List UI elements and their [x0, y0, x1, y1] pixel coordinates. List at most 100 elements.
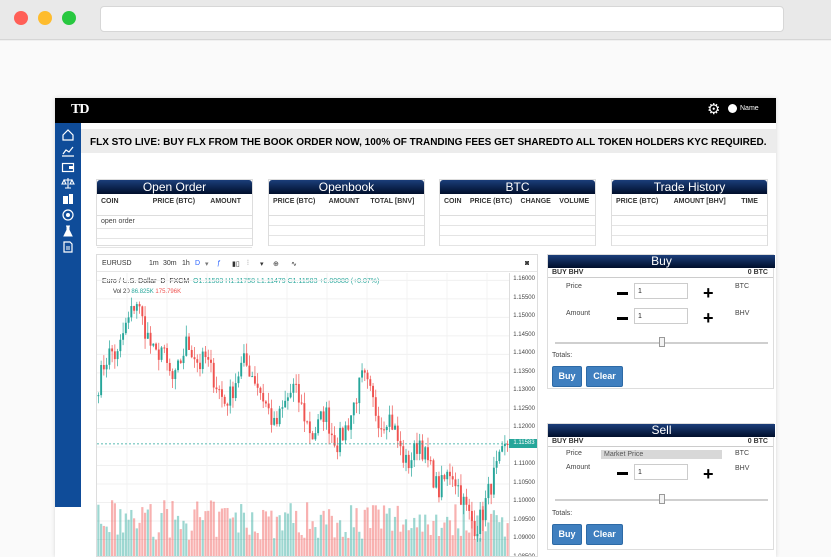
volume-bar	[308, 528, 311, 556]
address-bar[interactable]	[100, 6, 784, 32]
candle-type-icon[interactable]: ▮▯	[232, 260, 240, 268]
interval-30m[interactable]: 30m	[163, 260, 177, 267]
window-minimize-button[interactable]	[38, 11, 52, 25]
volume-bar	[388, 508, 391, 556]
openbook-title: Openbook	[269, 180, 424, 194]
volume-bar	[355, 508, 358, 556]
volume-bar	[204, 511, 207, 556]
volume-bar	[349, 505, 353, 556]
flask-icon[interactable]	[61, 224, 75, 238]
slider-handle[interactable]	[659, 494, 665, 504]
volume-bar	[495, 515, 498, 556]
buy-price-decrement-button[interactable]	[617, 292, 628, 295]
bar-style-icon[interactable]: ⫶	[247, 260, 249, 268]
volume-bar	[297, 532, 300, 556]
sell-amount-decrement-button[interactable]	[617, 472, 628, 475]
buy-clear-button[interactable]: Clear	[586, 366, 623, 387]
wallet-icon[interactable]	[61, 160, 75, 174]
volume-bar	[179, 529, 182, 556]
sell-amount-input[interactable]: 1	[634, 464, 688, 480]
candle-body	[111, 348, 114, 352]
sell-submit-button[interactable]: Buy	[552, 524, 582, 545]
interval-1m[interactable]: 1m	[149, 260, 159, 267]
volume-bar	[240, 504, 243, 556]
compare-add-icon[interactable]: ⊕	[273, 260, 279, 268]
chart-toolbar: EURUSD 1m 30m 1h D ▾ ƒ ▮▯ ⫶ ▾ ⊕ ∿ ◙	[97, 255, 537, 272]
open-order-columns: COIN PRICE (BTC) AMOUNT	[97, 194, 252, 216]
interval-1h[interactable]: 1h	[182, 260, 190, 267]
sell-market-price-field[interactable]: Market Price	[601, 450, 722, 459]
sell-title: Sell	[548, 424, 775, 437]
buy-amount-input[interactable]: 1	[634, 308, 688, 324]
balance-scale-icon[interactable]	[61, 176, 75, 190]
candle-body	[358, 377, 361, 404]
buy-submit-button[interactable]: Buy	[552, 366, 582, 387]
gear-icon[interactable]: ⚙	[707, 102, 720, 118]
user-menu[interactable]: Name	[728, 104, 759, 113]
price-chart[interactable]: EURUSD 1m 30m 1h D ▾ ƒ ▮▯ ⫶ ▾ ⊕ ∿ ◙ Euro…	[96, 254, 538, 557]
volume-bar	[135, 528, 138, 556]
volume-bar	[325, 524, 328, 556]
candle-body	[413, 443, 416, 461]
price-scale[interactable]: 1.16000 1.15500 1.15000 1.14500 1.14000 1.135…	[509, 273, 537, 556]
volume-bar	[119, 509, 122, 556]
chevron-down-icon[interactable]: ▾	[205, 260, 209, 268]
candle-body	[405, 454, 407, 463]
volume-bar	[176, 515, 180, 556]
candle-body	[440, 475, 443, 498]
candle-body	[484, 498, 487, 521]
candle-body	[273, 417, 276, 425]
candle-body	[341, 427, 344, 441]
buy-amount-decrement-button[interactable]	[617, 317, 628, 320]
candle-body	[226, 403, 229, 406]
volume-bar	[344, 531, 347, 556]
camera-icon[interactable]: ◙	[525, 260, 529, 267]
sell-totals-label: Totals:	[552, 510, 573, 517]
candle-body	[380, 428, 383, 430]
candle-body	[281, 407, 284, 409]
window-close-button[interactable]	[14, 11, 28, 25]
candle-body	[135, 304, 138, 311]
volume-bar	[413, 517, 416, 556]
volume-bar	[209, 500, 213, 556]
slider-handle[interactable]	[659, 337, 665, 347]
volume-bar	[432, 520, 435, 556]
candlestick-plot[interactable]	[97, 273, 509, 557]
window-maximize-button[interactable]	[62, 11, 76, 25]
volume-bar	[440, 527, 443, 556]
sell-amount-increment-button[interactable]: +	[703, 465, 714, 483]
trading-app: TD ⚙ Name FLX STO LIVE: BUY FLX FROM THE…	[55, 98, 776, 557]
candle-body	[473, 520, 476, 537]
chevron-down-icon[interactable]: ▾	[260, 260, 264, 268]
volume-bar	[503, 536, 506, 556]
document-icon[interactable]	[61, 240, 75, 254]
interval-d[interactable]: D	[195, 260, 200, 267]
column-header: TOTAL [BNV]	[370, 198, 415, 205]
buy-price-increment-button[interactable]: +	[703, 284, 714, 302]
openbook-columns: PRICE (BTC) AMOUNT TOTAL [BNV]	[269, 194, 424, 216]
home-icon[interactable]	[61, 128, 75, 142]
sell-amount-slider[interactable]	[555, 494, 768, 504]
candle-body	[138, 304, 141, 307]
volume-bar	[338, 520, 342, 556]
buy-amount-slider[interactable]	[555, 337, 768, 347]
buy-price-label: Price	[566, 283, 582, 290]
drawing-tool-icon[interactable]: ∿	[291, 260, 297, 268]
volume-bar	[426, 524, 430, 556]
candle-body	[498, 451, 501, 462]
candle-body	[267, 403, 270, 409]
symbol-selector[interactable]: EURUSD	[102, 260, 132, 267]
building-icon[interactable]	[61, 192, 75, 206]
buy-amount-increment-button[interactable]: +	[703, 309, 714, 327]
table-row	[269, 236, 424, 246]
sell-clear-button[interactable]: Clear	[586, 524, 623, 545]
price-tick-label: 1.15000	[513, 313, 535, 320]
buy-price-input[interactable]: 1	[634, 283, 688, 299]
volume-bar	[132, 518, 136, 556]
column-header: CHANGE	[520, 198, 551, 205]
candle-body	[102, 365, 105, 370]
chart-icon[interactable]	[61, 144, 75, 158]
target-icon[interactable]	[61, 208, 75, 222]
indicators-icon[interactable]: ƒ	[217, 260, 221, 267]
candle-body	[479, 509, 482, 535]
